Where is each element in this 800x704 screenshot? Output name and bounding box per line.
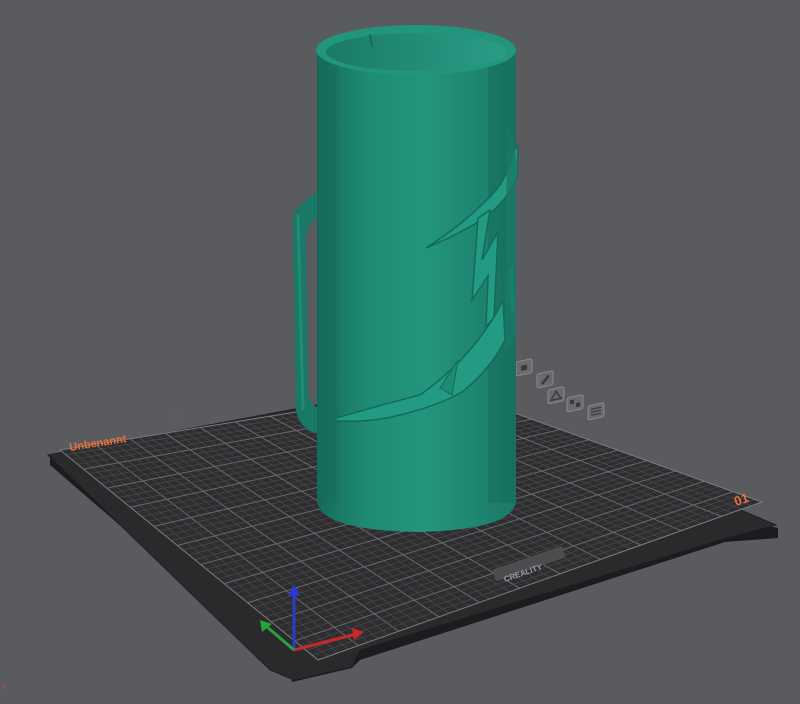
plate-toolbar <box>515 358 605 421</box>
mug-opening <box>326 33 506 71</box>
mug-body <box>317 50 516 532</box>
plate-name-edit-icon[interactable] <box>168 414 183 425</box>
model-mug[interactable] <box>292 25 519 532</box>
arrange-icon[interactable] <box>566 394 584 413</box>
3d-viewport[interactable]: Unbenannt 01 CREALITY x <box>0 0 800 704</box>
slice-icon[interactable] <box>587 402 605 421</box>
corner-marker: x <box>3 682 7 691</box>
orient-icon[interactable] <box>547 386 565 405</box>
edit-icon[interactable] <box>536 370 554 389</box>
lock-icon[interactable] <box>515 358 533 377</box>
